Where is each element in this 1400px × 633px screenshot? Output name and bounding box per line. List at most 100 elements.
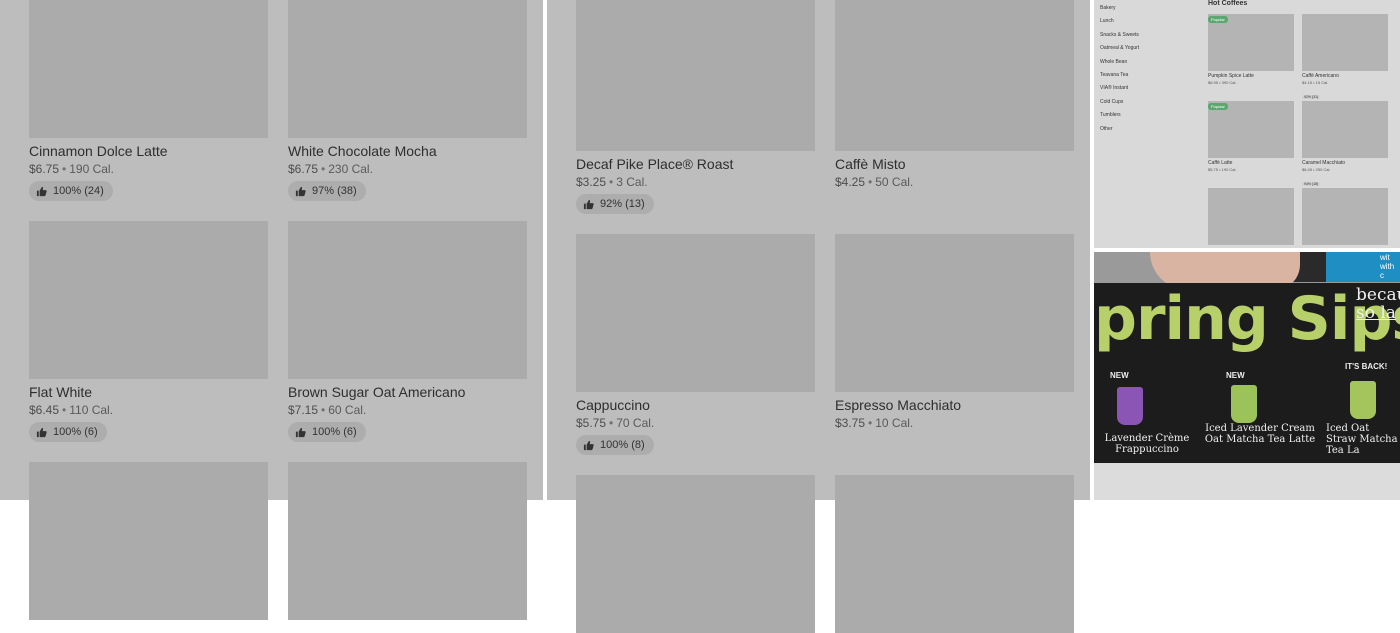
item-image [288, 0, 527, 138]
item-name: Caffè Misto [835, 156, 906, 172]
menu-item-card[interactable]: Flat White $6.45 • 110 Cal. 100% (6) [29, 221, 268, 443]
menu-item-card[interactable]: White Chocolate Mocha $6.75 • 230 Cal. 97%… [288, 0, 527, 202]
new-tag: NEW [1110, 371, 1129, 380]
item-image [29, 0, 268, 138]
section-title: Hot Coffees [1208, 0, 1248, 7]
sign-title: pring Sips [1094, 284, 1400, 354]
menu-item-card[interactable]: Espresso Macchiato $3.75 • 10 Cal. [835, 234, 1074, 430]
item-price: $3.75 • 10 Cal. [835, 416, 914, 430]
thumbs-up-icon [36, 186, 47, 196]
category-item[interactable]: Whole Bean [1100, 56, 1190, 69]
item-image [1302, 101, 1388, 158]
rating-badge: 100% (6) [288, 422, 366, 442]
menu-item-card[interactable]: Brown Sugar Oat Americano $7.15 • 60 Cal. … [288, 221, 527, 443]
category-item[interactable]: Snacks & Sweets [1100, 29, 1190, 42]
menu-item-card[interactable]: Caffè Americano $4.15 • 15 Cal. 92% (31) [1302, 14, 1388, 103]
divider [543, 0, 547, 500]
sign-tagline: becauso la [1356, 285, 1400, 323]
new-tag: NEW [1226, 371, 1245, 380]
item-name: Brown Sugar Oat Americano [288, 384, 466, 400]
item-name: Flat White [29, 384, 93, 400]
item-price: $6.45 • 110 Cal. [29, 403, 114, 417]
popular-badge: Popular [1208, 16, 1228, 23]
category-item[interactable]: Teavana Tea [1100, 69, 1190, 82]
item-price: $3.25 • 3 Cal. [576, 175, 648, 189]
rating-badge: 92% (13) [576, 194, 654, 214]
item-name: Caramel Macchiato [1302, 160, 1346, 166]
item-price: $6.45 • 250 Cal. [1302, 167, 1331, 172]
category-item[interactable]: Oatmeal & Yogurt [1100, 42, 1190, 55]
thumbs-up-icon [583, 199, 594, 209]
category-sidebar: Bakery Lunch Snacks & Sweets Oatmeal & Y… [1100, 2, 1190, 136]
cup-illustration [1350, 381, 1376, 419]
rating-badge: 97% (38) [288, 181, 366, 201]
item-image [1302, 188, 1388, 245]
menu-item-card[interactable] [1208, 188, 1294, 245]
item-name: Decaf Pike Place® Roast [576, 156, 734, 172]
cup-illustration [1231, 385, 1257, 423]
item-image [1302, 14, 1388, 71]
menu-item-card[interactable] [288, 462, 527, 620]
menu-item-card[interactable]: Cinnamon Dolce Latte $6.75 • 190 Cal. 100%… [29, 0, 268, 202]
item-image: Popular [1208, 14, 1294, 71]
item-price: $7.15 • 60 Cal. [288, 403, 367, 417]
item-price: $6.75 • 190 Cal. [29, 162, 114, 176]
item-image [576, 0, 815, 151]
item-image [835, 234, 1074, 392]
back-tag: IT'S BACK! [1345, 362, 1388, 371]
item-image [576, 475, 815, 633]
menu-item-card[interactable]: Popular Pumpkin Spice Latte $6.95 • 390 … [1208, 14, 1294, 85]
item-image [835, 0, 1074, 151]
drink-label: Iced Oat Straw Matcha Tea La [1326, 423, 1398, 456]
menu-item-card[interactable]: Cappuccino $5.75 • 70 Cal. 100% (8) [576, 234, 815, 456]
rating-badge: 100% (24) [29, 181, 113, 201]
thumbs-up-icon [36, 427, 47, 437]
category-item[interactable]: Lunch [1100, 15, 1190, 28]
item-name: Espresso Macchiato [835, 397, 962, 413]
rating-badge: 100% (6) [29, 422, 107, 442]
item-name: Caffè Americano [1302, 73, 1339, 79]
category-item[interactable]: Bakery [1100, 2, 1190, 15]
category-item[interactable]: Other [1100, 123, 1190, 136]
item-image [835, 475, 1074, 633]
item-price: $4.15 • 15 Cal. [1302, 80, 1329, 85]
item-image [29, 462, 268, 620]
counter [1094, 463, 1400, 500]
drink-label: Lavender Crème Frappuccino [1104, 433, 1190, 455]
item-image [1208, 188, 1294, 245]
item-image [288, 462, 527, 620]
item-price: $5.75 • 190 Cal. [1208, 167, 1237, 172]
category-item[interactable]: Cold Cups [1100, 96, 1190, 109]
item-name: Pumpkin Spice Latte [1208, 73, 1254, 79]
rating-badge: 94% (18) [1302, 182, 1321, 186]
item-name: White Chocolate Mocha [288, 143, 437, 159]
popular-badge: Popular [1208, 103, 1228, 110]
item-image [29, 221, 268, 379]
menu-item-card[interactable] [1302, 188, 1388, 245]
item-name: Caffè Latte [1208, 160, 1233, 166]
item-name: Cinnamon Dolce Latte [29, 143, 168, 159]
menu-item-card[interactable] [835, 475, 1074, 633]
item-price: $4.25 • 50 Cal. [835, 175, 914, 189]
menu-item-card[interactable]: Caffè Misto $4.25 • 50 Cal. [835, 0, 1074, 189]
category-item[interactable]: VIA® Instant [1100, 82, 1190, 95]
item-image [288, 221, 527, 379]
menu-item-card[interactable] [576, 475, 815, 633]
item-price: $5.75 • 70 Cal. [576, 416, 655, 430]
menu-item-card[interactable] [29, 462, 268, 620]
item-name: Cappuccino [576, 397, 650, 413]
drink-label: Iced Lavender Cream Oat Matcha Tea Latte [1204, 423, 1316, 445]
item-price: $6.95 • 390 Cal. [1208, 80, 1237, 85]
category-item[interactable]: Tumblers [1100, 109, 1190, 122]
menu-item-card[interactable]: Decaf Pike Place® Roast $3.25 • 3 Cal. 92%… [576, 0, 815, 215]
menu-item-card[interactable]: Caramel Macchiato $6.45 • 250 Cal. 94% (… [1302, 101, 1388, 190]
divider [1094, 248, 1400, 252]
menu-item-card[interactable]: Popular Caffè Latte $5.75 • 190 Cal. [1208, 101, 1294, 172]
item-image: Popular [1208, 101, 1294, 158]
thumbs-up-icon [295, 427, 306, 437]
thumbs-up-icon [583, 440, 594, 450]
item-price: $6.75 • 230 Cal. [288, 162, 373, 176]
cup-illustration [1117, 387, 1143, 425]
box-text: wit with c [1380, 253, 1395, 280]
rating-badge: 100% (8) [576, 435, 654, 455]
